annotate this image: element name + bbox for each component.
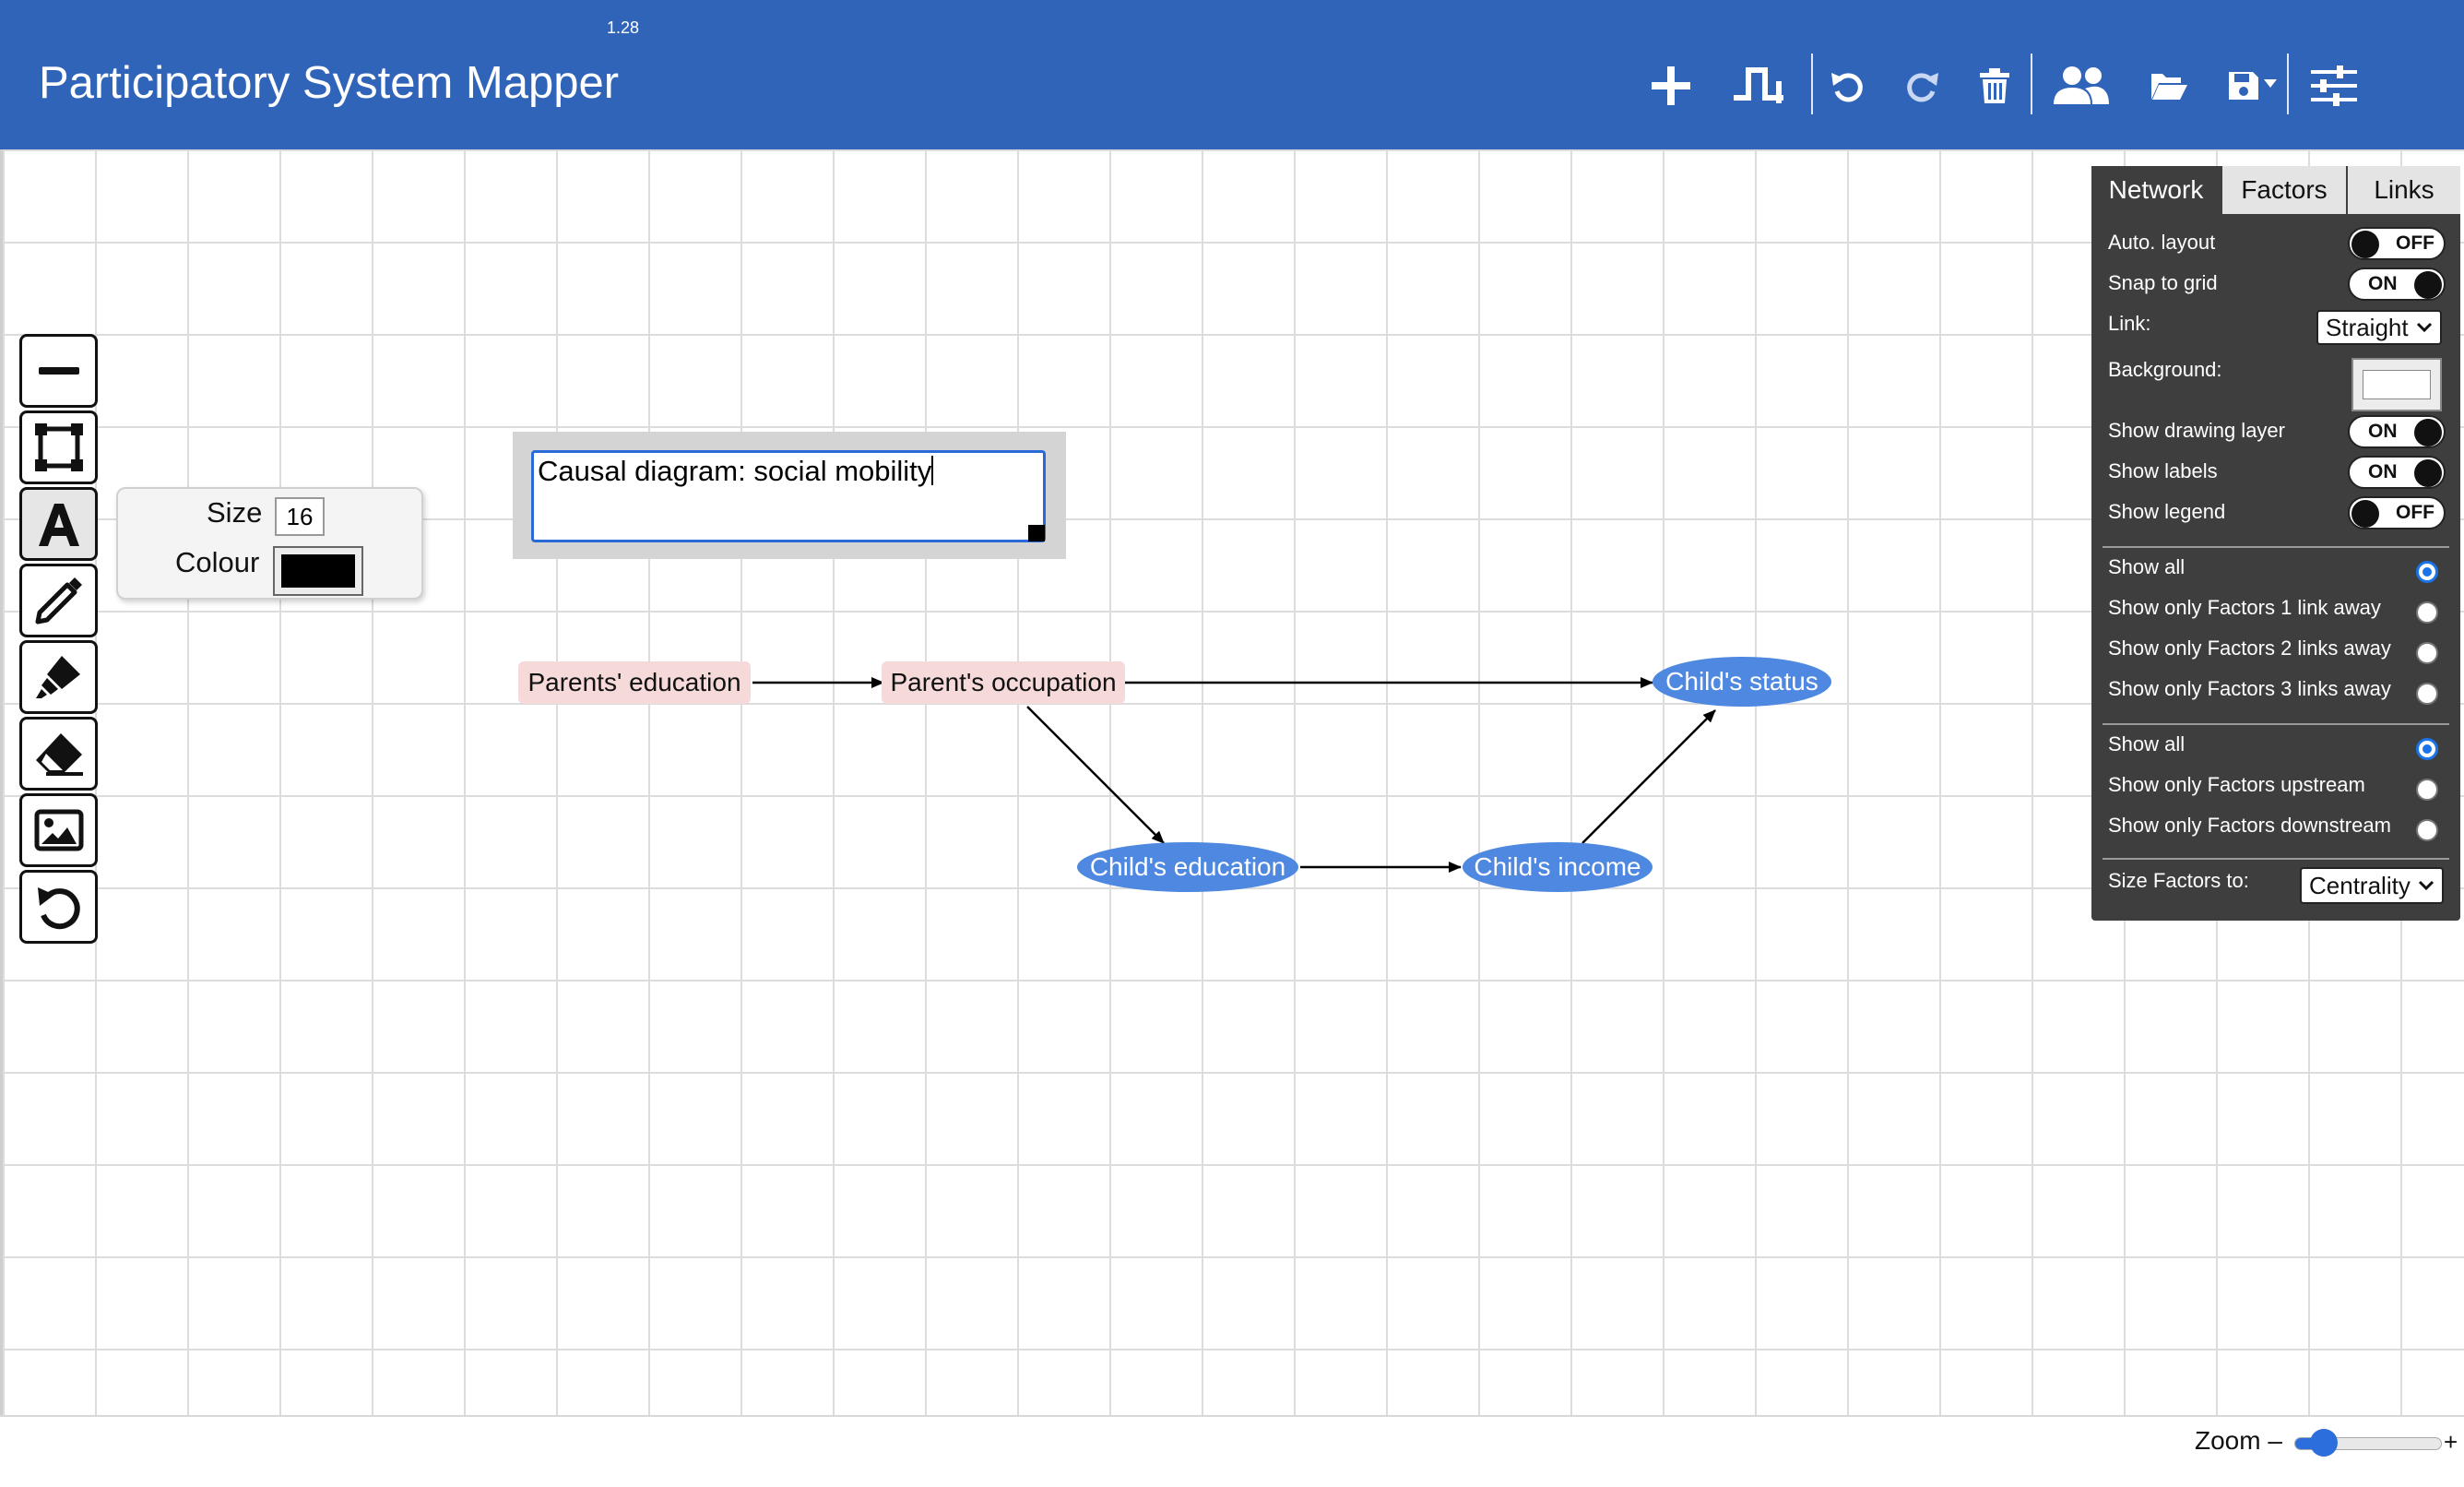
toggle-knob	[2414, 459, 2442, 487]
direction-radio-downstream[interactable]	[2416, 819, 2438, 841]
size-factors-value: Centrality	[2309, 871, 2411, 899]
zoom-slider[interactable]	[2294, 1429, 2442, 1457]
text-caret	[931, 456, 934, 485]
factor-node[interactable]: Parent's occupation	[882, 661, 1125, 704]
image-tool-button[interactable]	[19, 793, 98, 867]
radius-radio-3-links[interactable]	[2416, 683, 2438, 705]
background-colour-picker[interactable]	[2351, 358, 2442, 411]
text-editor-input[interactable]: Causal diagram: social mobility	[531, 450, 1046, 542]
auto-layout-toggle[interactable]: OFF	[2348, 227, 2446, 260]
size-factors-label: Size Factors to:	[2108, 869, 2249, 892]
factor-node[interactable]: Parents' education	[518, 661, 751, 704]
toggle-knob	[2351, 231, 2379, 258]
radius-option-label: Show only Factors 2 links away	[2108, 636, 2391, 660]
toggle-knob	[2414, 271, 2442, 299]
zoom-plus-label: +	[2444, 1428, 2458, 1456]
rectangle-tool-button[interactable]	[19, 410, 98, 484]
direction-option-label: Show all	[2108, 732, 2186, 755]
colour-swatch	[281, 554, 355, 588]
toggle-state: ON	[2368, 273, 2398, 294]
text-editor-frame: Causal diagram: social mobility	[513, 432, 1066, 559]
text-editor-value: Causal diagram: social mobility	[538, 455, 932, 487]
show-legend-toggle[interactable]: OFF	[2348, 496, 2446, 529]
link-style-value: Straight	[2326, 313, 2409, 341]
radius-option-label: Show only Factors 1 link away	[2108, 596, 2381, 619]
auto-layout-label: Auto. layout	[2108, 231, 2216, 254]
show-drawing-layer-label: Show drawing layer	[2108, 419, 2285, 442]
show-labels-label: Show labels	[2108, 459, 2218, 482]
panel-divider	[2103, 723, 2449, 725]
link-label: Link:	[2108, 312, 2151, 335]
eraser-tool-button[interactable]	[19, 717, 98, 791]
radius-option-label: Show only Factors 3 links away	[2108, 677, 2391, 700]
toggle-knob	[2351, 500, 2379, 528]
undo-icon	[37, 887, 80, 930]
pencil-tool-button[interactable]	[19, 564, 98, 637]
snap-to-grid-label: Snap to grid	[2108, 271, 2218, 294]
font-size-input[interactable]: 16	[275, 497, 325, 536]
show-legend-label: Show legend	[2108, 500, 2226, 523]
zoom-slider-thumb[interactable]	[2310, 1429, 2339, 1457]
colour-picker[interactable]	[273, 546, 363, 596]
direction-option-label: Show only Factors downstream	[2108, 814, 2391, 837]
undo-drawing-tool-button[interactable]	[19, 870, 98, 944]
background-label: Background:	[2108, 358, 2222, 381]
pencil-icon	[35, 577, 82, 625]
toggle-state: ON	[2368, 421, 2398, 442]
radius-radio-1-link[interactable]	[2416, 601, 2438, 624]
text-tool-button[interactable]	[19, 487, 98, 561]
radius-radio-show-all[interactable]	[2416, 561, 2438, 583]
radius-radio-2-links[interactable]	[2416, 642, 2438, 664]
text-icon	[38, 504, 79, 546]
status-bar	[0, 1415, 2464, 1487]
image-icon	[34, 809, 83, 851]
background-colour-swatch	[2363, 370, 2431, 399]
settings-panel: Network Factors Links Auto. layout OFF S…	[2091, 166, 2460, 921]
tab-factors[interactable]: Factors	[2222, 166, 2346, 214]
show-drawing-layer-toggle[interactable]: ON	[2348, 415, 2446, 448]
direction-radio-upstream[interactable]	[2416, 779, 2438, 801]
eraser-icon	[35, 733, 83, 776]
tab-network[interactable]: Network	[2091, 166, 2221, 214]
radius-option-label: Show all	[2108, 555, 2186, 578]
toggle-state: OFF	[2396, 502, 2434, 523]
tab-links[interactable]: Links	[2348, 166, 2460, 214]
marker-tool-button[interactable]	[19, 640, 98, 714]
line-tool-button[interactable]	[19, 334, 98, 408]
factor-node[interactable]: Child's income	[1463, 842, 1653, 892]
panel-divider	[2103, 858, 2449, 860]
factor-node[interactable]: Child's status	[1653, 657, 1831, 707]
direction-option-label: Show only Factors upstream	[2108, 773, 2365, 796]
factor-node[interactable]: Child's education	[1077, 842, 1298, 892]
panel-divider	[2103, 546, 2449, 548]
edge-parents-occupation-to-childs-education[interactable]	[1026, 706, 1165, 844]
text-options-popup: Size 16 Colour	[116, 487, 423, 600]
zoom-label: Zoom –	[2195, 1426, 2282, 1455]
resize-handle[interactable]	[1028, 525, 1045, 541]
toggle-state: OFF	[2396, 232, 2434, 254]
size-label: Size	[207, 496, 263, 529]
direction-radio-show-all[interactable]	[2416, 738, 2438, 760]
line-icon	[38, 367, 79, 375]
link-style-select[interactable]: Straight	[2316, 310, 2442, 345]
show-labels-toggle[interactable]: ON	[2348, 456, 2446, 489]
toggle-state: ON	[2368, 461, 2398, 482]
colour-label: Colour	[175, 546, 260, 578]
marker-icon	[35, 656, 80, 698]
snap-to-grid-toggle[interactable]: ON	[2348, 268, 2446, 301]
size-factors-select[interactable]: Centrality	[2300, 867, 2444, 904]
chevron-down-icon	[2416, 322, 2433, 333]
chevron-down-icon	[2418, 880, 2434, 891]
edge-childs-income-to-childs-status[interactable]	[1581, 709, 1716, 844]
toggle-knob	[2414, 419, 2442, 446]
rectangle-icon	[34, 423, 83, 471]
